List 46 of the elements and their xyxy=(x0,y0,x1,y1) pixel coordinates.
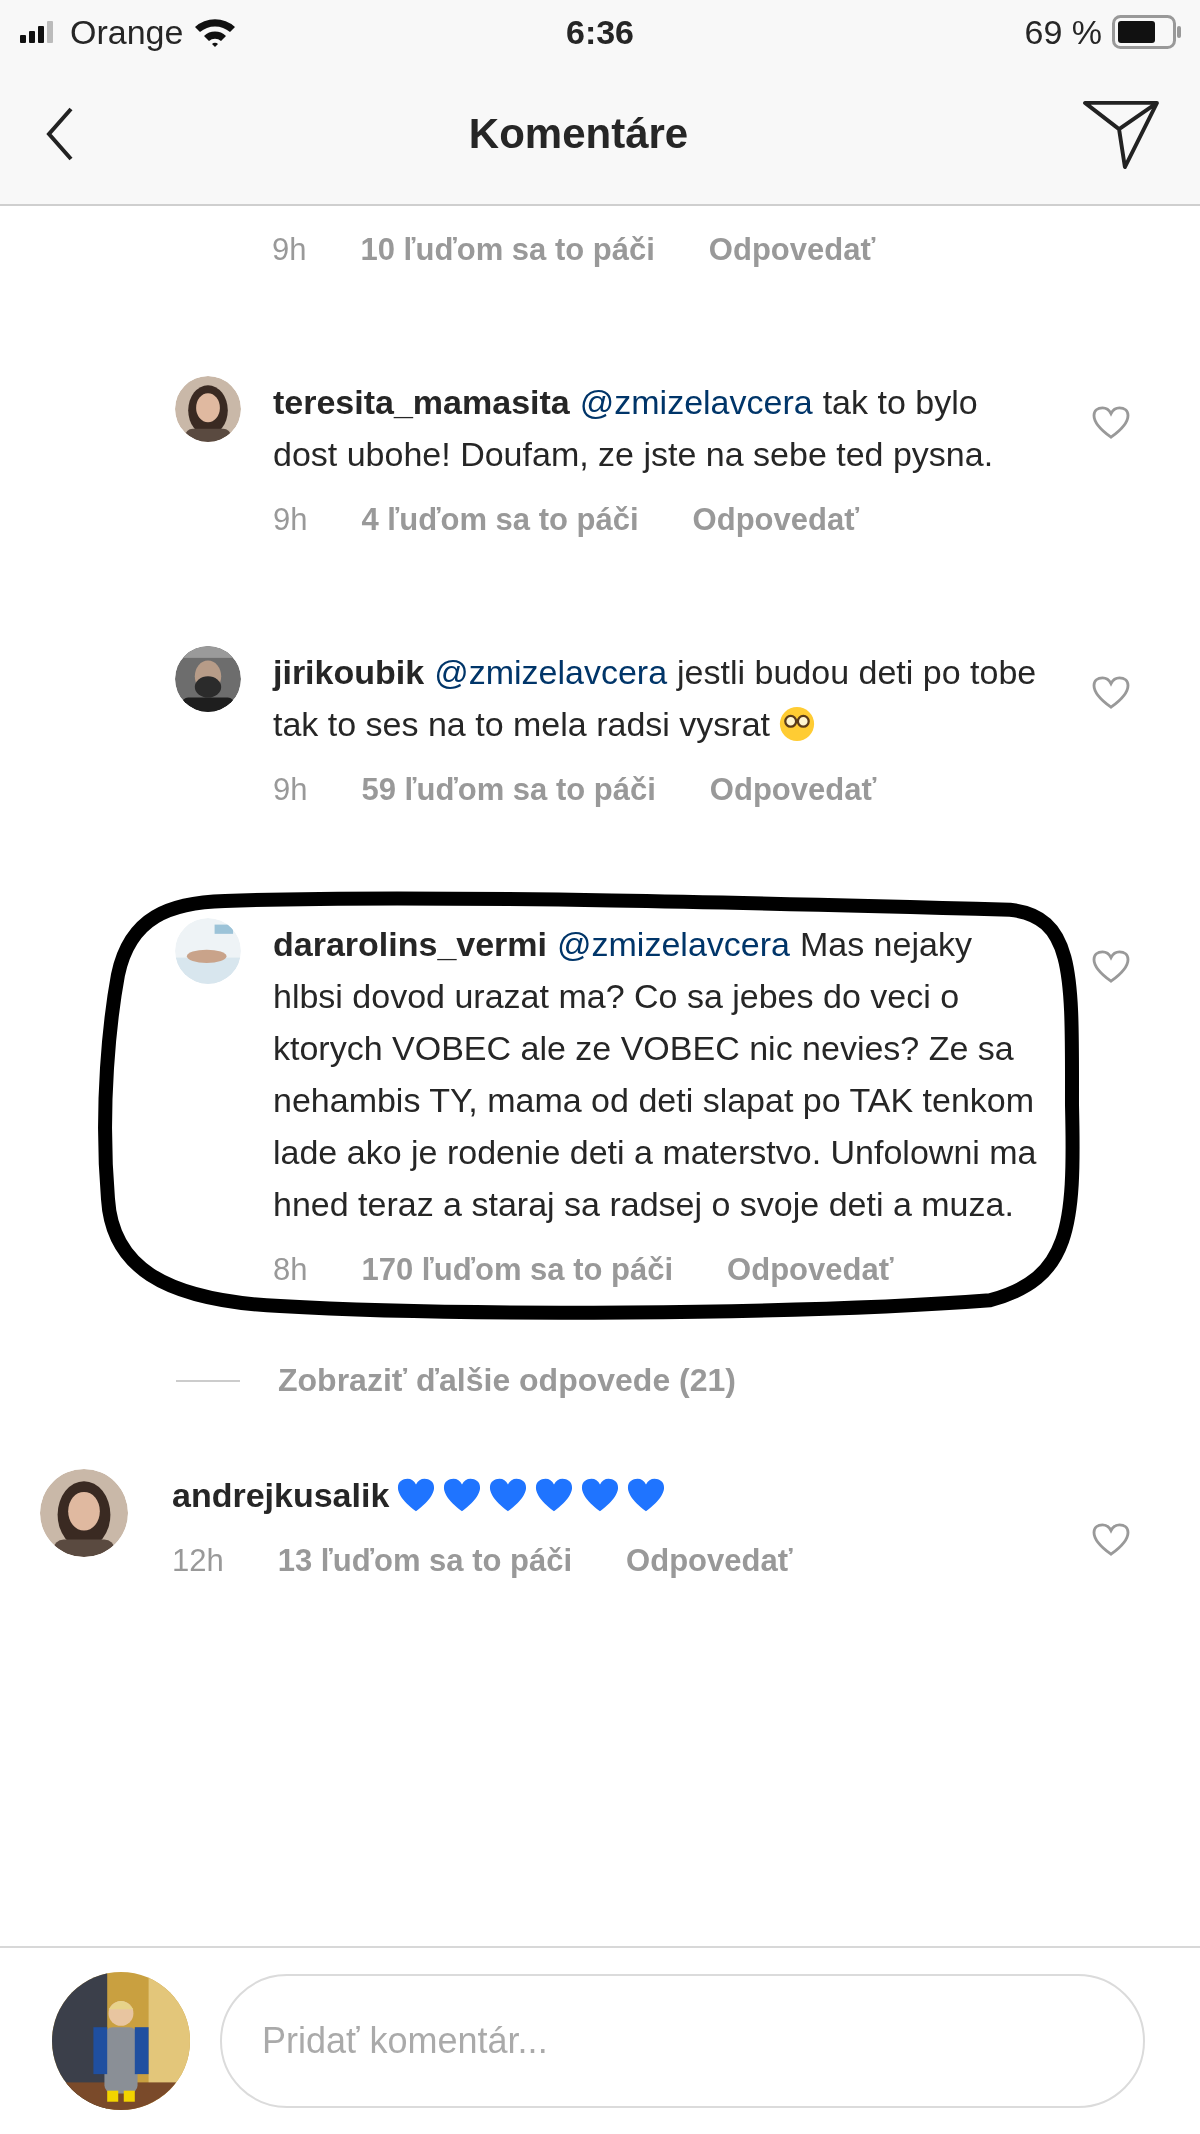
heart-icon[interactable] xyxy=(1092,1523,1130,1557)
mention-link[interactable]: @zmizelavcera xyxy=(434,653,668,691)
heart-emoji-icon xyxy=(443,1477,482,1513)
likes-link[interactable]: 170 ľuďom sa to páči xyxy=(361,1252,674,1288)
comment-time: 9h xyxy=(273,502,308,538)
reply-link[interactable]: Odpovedať xyxy=(727,1252,894,1288)
wifi-icon xyxy=(193,16,238,48)
view-more-replies-link[interactable]: Zobraziť ďalšie odpovede (21) xyxy=(278,1362,736,1399)
heart-emoji-icon xyxy=(627,1477,666,1513)
clock: 6:36 xyxy=(565,12,635,52)
comment-time: 9h xyxy=(272,232,307,268)
comment-text: dararolins_vermi @zmizelavcera Mas nejaky hlbsi dovod urazat ma? Co sa jebes do veci o ktorych VOBEC ale ze VOBEC nic nevies? Ze sa nehambis TY, mama od deti slapat po TAK tenkom lade ako je rodenie deti a materstvo. Unfolowni ma hned teraz a staraj sa radsej o svoje deti a muza. xyxy=(273,924,1038,1225)
reply-link[interactable]: Odpovedať xyxy=(708,232,876,268)
comment-time: 9h xyxy=(273,772,308,808)
heart-icon[interactable] xyxy=(1092,676,1130,710)
heart-emoji-icon xyxy=(489,1477,528,1513)
comment-input[interactable]: Pridať komentár... xyxy=(220,1974,1145,2108)
comment-text: jirikoubik @zmizelavcera jestli budou deti po tobe tak to ses na to mela radsi vysrat xyxy=(273,652,1038,745)
battery-icon xyxy=(1112,15,1182,49)
username-link[interactable]: jirikoubik xyxy=(273,653,425,691)
reply-link[interactable]: Odpovedať xyxy=(709,772,877,808)
battery-percent: 69 % xyxy=(1024,12,1102,52)
reply-link[interactable]: Odpovedať xyxy=(692,502,860,538)
mention-link[interactable]: @zmizelavcera xyxy=(557,925,790,963)
comment-time: 12h xyxy=(172,1543,224,1579)
username-link[interactable]: andrejkusalik xyxy=(172,1476,390,1514)
username-link[interactable]: teresita_mamasita xyxy=(273,383,570,421)
heart-icon[interactable] xyxy=(1092,950,1130,984)
comment-time: 8h xyxy=(273,1252,308,1288)
carrier-name: Orange xyxy=(70,12,184,52)
likes-link[interactable]: 4 ľuďom sa to páči xyxy=(361,502,639,538)
likes-link[interactable]: 59 ľuďom sa to páči xyxy=(361,772,656,808)
likes-link[interactable]: 13 ľuďom sa to páči xyxy=(277,1543,573,1579)
heart-emoji-icon xyxy=(535,1477,574,1513)
comment-text: teresita_mamasita @zmizelavcera tak to bylo dost ubohe! Doufam, ze jste na sebe ted pysna. xyxy=(273,382,995,475)
heart-emoji-icon xyxy=(581,1477,620,1513)
screen-title: Komentáre xyxy=(468,110,689,158)
likes-link[interactable]: 10 ľuďom sa to páči xyxy=(360,232,655,268)
reply-link[interactable]: Odpovedať xyxy=(626,1543,793,1579)
send-icon[interactable] xyxy=(1082,99,1160,169)
back-icon[interactable] xyxy=(45,106,75,162)
username-link[interactable]: dararolins_vermi xyxy=(273,925,548,963)
heart-icon[interactable] xyxy=(1092,406,1130,440)
glasses-emoji-icon xyxy=(778,706,816,742)
heart-emoji-icon xyxy=(397,1477,436,1513)
mention-link[interactable]: @zmizelavcera xyxy=(579,383,813,421)
